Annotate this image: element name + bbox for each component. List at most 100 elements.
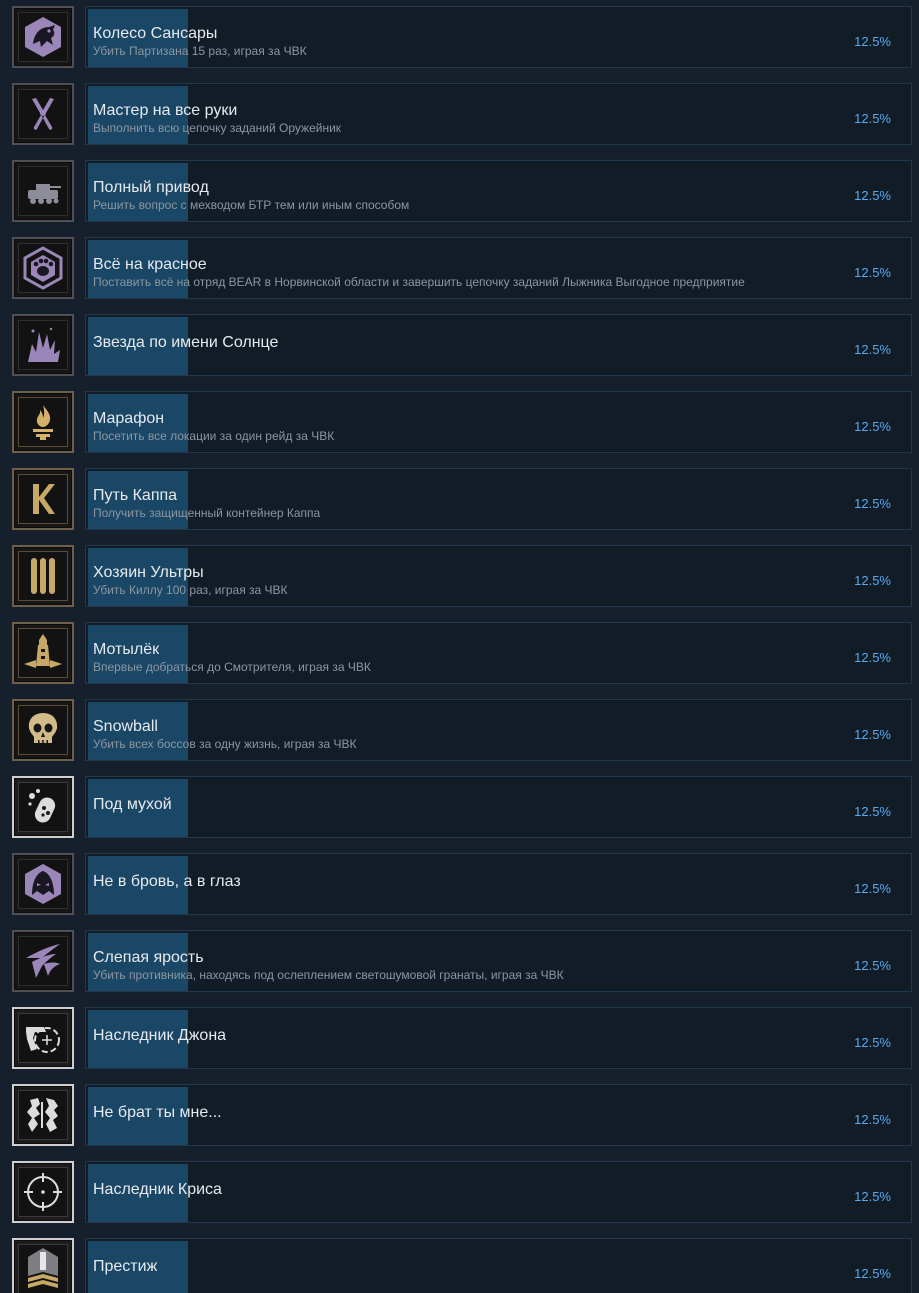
achievement-title: Мотылёк bbox=[93, 641, 160, 658]
achievement-icon-frame bbox=[12, 314, 74, 376]
achievement-icon-frame bbox=[12, 468, 74, 530]
achievement-icon-frame bbox=[12, 622, 74, 684]
achievement-row[interactable]: Всё на красное Поставить всё на отряд BEA… bbox=[0, 232, 919, 309]
achievement-card: Всё на красное Поставить всё на отряд BEA… bbox=[85, 237, 912, 299]
torch-flame-icon bbox=[18, 397, 68, 447]
achievement-unlock-percent: 12.5% bbox=[854, 34, 891, 49]
achievement-row[interactable]: Наследник Криса 12.5% bbox=[0, 1156, 919, 1233]
pliers-icon bbox=[18, 89, 68, 139]
achievement-title: Наследник Джона bbox=[93, 1027, 227, 1044]
achievement-unlock-percent: 12.5% bbox=[854, 958, 891, 973]
pill-bubbles-icon bbox=[18, 782, 68, 832]
achievement-icon-frame bbox=[12, 853, 74, 915]
achievement-row[interactable]: Хозяин Ультры Убить Киллу 100 раз, играя … bbox=[0, 540, 919, 617]
burst-explosion-icon bbox=[18, 320, 68, 370]
achievement-card: Не брат ты мне... 12.5% bbox=[85, 1084, 912, 1146]
achievement-title: Слепая ярость bbox=[93, 949, 204, 966]
bear-paw-hexagon-icon bbox=[18, 243, 68, 293]
achievement-icon-frame bbox=[12, 930, 74, 992]
claw-strike-icon bbox=[18, 936, 68, 986]
achievement-card: Мастер на все руки Выполнить всю цепочку … bbox=[85, 83, 912, 145]
achievement-unlock-percent: 12.5% bbox=[854, 265, 891, 280]
achievement-row[interactable]: Путь Каппа Получить защищенный контейнер … bbox=[0, 463, 919, 540]
triple-bars-icon bbox=[18, 551, 68, 601]
prestige-chevrons-icon bbox=[18, 1244, 68, 1293]
achievement-icon-frame bbox=[12, 1238, 74, 1293]
achievement-unlock-percent: 12.5% bbox=[854, 1112, 891, 1127]
achievement-row[interactable]: Под мухой 12.5% bbox=[0, 771, 919, 848]
achievement-icon-frame bbox=[12, 699, 74, 761]
pistol-crosshair-icon bbox=[18, 1013, 68, 1063]
achievement-description: Убить Киллу 100 раз, играя за ЧВК bbox=[93, 583, 288, 597]
achievement-card: Не в бровь, а в глаз 12.5% bbox=[85, 853, 912, 915]
achievement-card: Колесо Сансары Убить Партизана 15 раз, иг… bbox=[85, 6, 912, 68]
achievement-description: Получить защищенный контейнер Каппа bbox=[93, 506, 321, 520]
achievement-card: Хозяин Ультры Убить Киллу 100 раз, играя … bbox=[85, 545, 912, 607]
achievement-row[interactable]: Звезда по имени Солнце 12.5% bbox=[0, 309, 919, 386]
achievement-description: Посетить все локации за один рейд за ЧВК bbox=[93, 429, 335, 443]
achievement-icon-frame bbox=[12, 160, 74, 222]
achievement-row[interactable]: Марафон Посетить все локации за один рейд… bbox=[0, 386, 919, 463]
achievement-title: Всё на красное bbox=[93, 256, 207, 273]
achievement-description: Убить противника, находясь под ослеплени… bbox=[93, 968, 564, 982]
lighthouse-icon bbox=[18, 628, 68, 678]
btr-vehicle-icon bbox=[18, 166, 68, 216]
achievement-icon-frame bbox=[12, 1007, 74, 1069]
achievement-icon-frame bbox=[12, 545, 74, 607]
achievement-icon-frame bbox=[12, 6, 74, 68]
achievement-card: Snowball Убить всех боссов за одну жизнь,… bbox=[85, 699, 912, 761]
kappa-icon bbox=[18, 474, 68, 524]
achievement-card: Марафон Посетить все локации за один рейд… bbox=[85, 391, 912, 453]
achievement-icon-frame bbox=[12, 1161, 74, 1223]
achievement-row[interactable]: Не в бровь, а в глаз 12.5% bbox=[0, 848, 919, 925]
achievement-title: Не в бровь, а в глаз bbox=[93, 873, 241, 890]
achievement-unlock-percent: 12.5% bbox=[854, 727, 891, 742]
achievement-unlock-percent: 12.5% bbox=[854, 650, 891, 665]
achievement-title: Наследник Криса bbox=[93, 1181, 222, 1198]
achievement-card: Слепая ярость Убить противника, находясь … bbox=[85, 930, 912, 992]
achievement-row[interactable]: Мастер на все руки Выполнить всю цепочку … bbox=[0, 78, 919, 155]
sniper-scope-icon bbox=[18, 1167, 68, 1217]
achievement-unlock-percent: 12.5% bbox=[854, 1035, 891, 1050]
achievement-description: Решить вопрос с мехводом БТР тем или ины… bbox=[93, 198, 410, 212]
achievement-row[interactable]: Престиж 12.5% bbox=[0, 1233, 919, 1293]
achievement-unlock-percent: 12.5% bbox=[854, 188, 891, 203]
achievement-title: Snowball bbox=[93, 718, 158, 735]
achievement-card: Звезда по имени Солнце 12.5% bbox=[85, 314, 912, 376]
achievement-title: Мастер на все руки bbox=[93, 102, 238, 119]
achievement-row[interactable]: Мотылёк Впервые добраться до Смотрителя, … bbox=[0, 617, 919, 694]
hooded-face-hexagon-icon bbox=[18, 859, 68, 909]
achievement-title: Под мухой bbox=[93, 796, 172, 813]
achievement-row[interactable]: Колесо Сансары Убить Партизана 15 раз, иг… bbox=[0, 1, 919, 78]
achievement-row[interactable]: Не брат ты мне... 12.5% bbox=[0, 1079, 919, 1156]
achievement-row[interactable]: Snowball Убить всех боссов за одну жизнь,… bbox=[0, 694, 919, 771]
achievement-icon-frame bbox=[12, 1084, 74, 1146]
achievement-unlock-percent: 12.5% bbox=[854, 111, 891, 126]
achievement-card: Наследник Криса 12.5% bbox=[85, 1161, 912, 1223]
achievement-list: Колесо Сансары Убить Партизана 15 раз, иг… bbox=[0, 0, 919, 1293]
achievement-description: Поставить всё на отряд BEAR в Норвинской… bbox=[93, 275, 745, 289]
achievement-title: Марафон bbox=[93, 410, 165, 427]
achievement-card: Под мухой 12.5% bbox=[85, 776, 912, 838]
skull-icon bbox=[18, 705, 68, 755]
torn-emblem-icon bbox=[18, 1090, 68, 1140]
achievement-row[interactable]: Полный привод Решить вопрос с мехводом БТ… bbox=[0, 155, 919, 232]
achievement-description: Убить Партизана 15 раз, играя за ЧВК bbox=[93, 44, 307, 58]
achievement-card: Путь Каппа Получить защищенный контейнер … bbox=[85, 468, 912, 530]
achievement-row[interactable]: Наследник Джона 12.5% bbox=[0, 1002, 919, 1079]
achievement-description: Выполнить всю цепочку заданий Оружейник bbox=[93, 121, 342, 135]
achievement-description: Впервые добраться до Смотрителя, играя з… bbox=[93, 660, 371, 674]
achievement-unlock-percent: 12.5% bbox=[854, 1266, 891, 1281]
achievement-row[interactable]: Слепая ярость Убить противника, находясь … bbox=[0, 925, 919, 1002]
achievement-title: Не брат ты мне... bbox=[93, 1104, 222, 1121]
achievement-unlock-percent: 12.5% bbox=[854, 419, 891, 434]
achievement-title: Полный привод bbox=[93, 179, 209, 196]
achievement-description: Убить всех боссов за одну жизнь, играя з… bbox=[93, 737, 357, 751]
partisan-raven-icon bbox=[18, 12, 68, 62]
achievement-card: Полный привод Решить вопрос с мехводом БТ… bbox=[85, 160, 912, 222]
achievement-card: Наследник Джона 12.5% bbox=[85, 1007, 912, 1069]
achievement-card: Мотылёк Впервые добраться до Смотрителя, … bbox=[85, 622, 912, 684]
achievement-unlock-percent: 12.5% bbox=[854, 881, 891, 896]
achievement-unlock-percent: 12.5% bbox=[854, 496, 891, 511]
achievement-icon-frame bbox=[12, 237, 74, 299]
